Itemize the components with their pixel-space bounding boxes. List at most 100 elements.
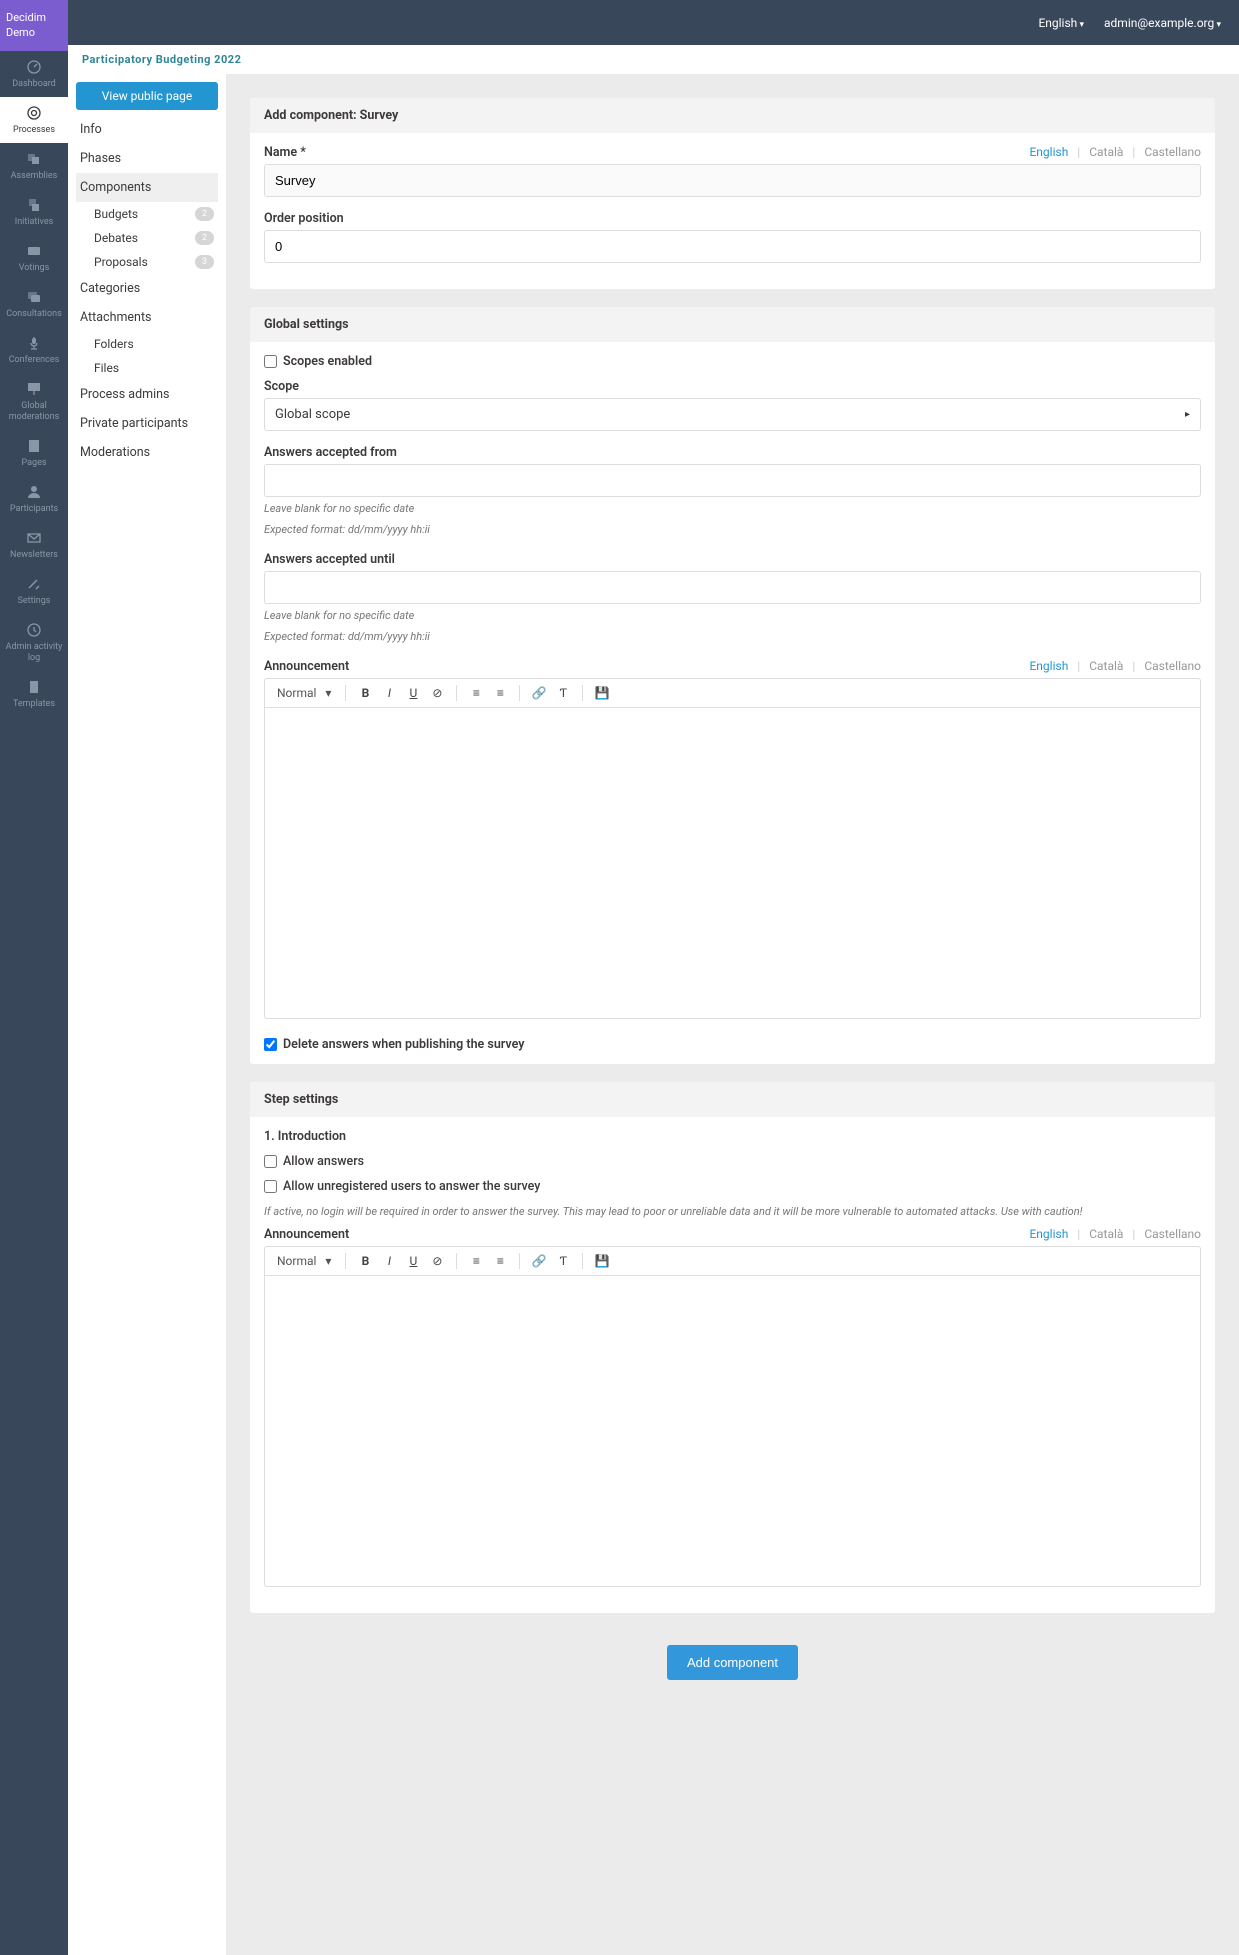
breadcrumb[interactable]: Participatory Budgeting 2022 (68, 45, 1239, 74)
rail-item-label: Participants (10, 504, 58, 514)
sidebar-subitem-label: Debates (94, 231, 138, 245)
rail-item-assemblies[interactable]: Assemblies (0, 143, 68, 189)
underline-icon[interactable]: U (404, 1254, 422, 1268)
user-menu[interactable]: admin@example.org (1104, 16, 1221, 30)
editor-toolbar: Normal ▾ B I U ⊘ ≡ ≡ (265, 1247, 1200, 1276)
link-icon[interactable]: 🔗 (530, 686, 548, 700)
sidebar-subitem-debates[interactable]: Debates2 (76, 226, 218, 250)
newsletters-icon (2, 530, 66, 546)
answers-from-label: Answers accepted from (264, 445, 397, 460)
allow-answers-checkbox[interactable] (264, 1155, 277, 1168)
lang-tab-ca[interactable]: Català (1074, 1227, 1123, 1241)
unordered-list-icon[interactable]: ≡ (491, 1254, 509, 1268)
sidebar-item-private-participants[interactable]: Private participants (76, 409, 218, 438)
rail-item-votings[interactable]: Votings (0, 235, 68, 281)
settings-icon (2, 576, 66, 592)
lang-tab-es[interactable]: Castellano (1129, 659, 1201, 673)
rail-item-label: Templates (13, 699, 55, 709)
view-public-page-button[interactable]: View public page (76, 82, 218, 110)
rail-item-global_moderations[interactable]: Global moderations (0, 373, 68, 430)
lang-tab-en[interactable]: English (1029, 659, 1068, 673)
name-input[interactable] (264, 164, 1201, 197)
clear-format-icon[interactable]: Ƭ (554, 1254, 572, 1268)
sidebar-item-info[interactable]: Info (76, 115, 218, 144)
rail-item-dashboard[interactable]: Dashboard (0, 51, 68, 97)
sidebar-item-process-admins[interactable]: Process admins (76, 380, 218, 409)
announcement-textarea[interactable] (265, 708, 1200, 1018)
allow-unregistered-checkbox[interactable] (264, 1180, 277, 1193)
unlink-icon[interactable]: ⊘ (428, 1254, 446, 1268)
answers-until-input[interactable] (264, 571, 1201, 604)
rail-item-label: Votings (19, 263, 49, 273)
templates-icon (2, 679, 66, 695)
main-nav-rail: Decidim Demo Dashboard Processes Assemblie… (0, 0, 68, 1955)
italic-icon[interactable]: I (380, 1254, 398, 1268)
order-input[interactable] (264, 230, 1201, 263)
step-announcement-textarea[interactable] (265, 1276, 1200, 1586)
add-component-button[interactable]: Add component (667, 1645, 798, 1680)
ordered-list-icon[interactable]: ≡ (467, 686, 485, 700)
sidebar-subitem-folders[interactable]: Folders (76, 332, 218, 356)
link-icon[interactable]: 🔗 (530, 1254, 548, 1268)
step-announcement-editor: Normal ▾ B I U ⊘ ≡ ≡ (264, 1246, 1201, 1587)
rail-item-label: Consultations (6, 309, 61, 319)
format-select[interactable]: Normal ▾ (273, 684, 335, 702)
rail-item-conferences[interactable]: Conferences (0, 327, 68, 373)
rail-item-processes[interactable]: Processes (0, 97, 68, 143)
sidebar-subitem-proposals[interactable]: Proposals3 (76, 250, 218, 274)
step-phase-title: 1. Introduction (264, 1129, 1201, 1144)
unordered-list-icon[interactable]: ≡ (491, 686, 509, 700)
save-icon[interactable]: 💾 (593, 686, 611, 700)
answers-until-label: Answers accepted until (264, 552, 395, 567)
lang-tab-es[interactable]: Castellano (1129, 1227, 1201, 1241)
participants-icon (2, 484, 66, 500)
lang-tab-en[interactable]: English (1029, 1227, 1068, 1241)
lang-tab-es[interactable]: Castellano (1129, 145, 1201, 159)
sidebar-subitem-count: 2 (195, 207, 214, 221)
italic-icon[interactable]: I (380, 686, 398, 700)
rail-item-newsletters[interactable]: Newsletters (0, 522, 68, 568)
brand-logo[interactable]: Decidim Demo (0, 0, 68, 51)
answers-from-input[interactable] (264, 464, 1201, 497)
rail-item-participants[interactable]: Participants (0, 476, 68, 522)
bold-icon[interactable]: B (356, 1254, 374, 1268)
scope-label: Scope (264, 379, 299, 394)
rail-item-admin_activity_log[interactable]: Admin activity log (0, 614, 68, 671)
rail-item-settings[interactable]: Settings (0, 568, 68, 614)
bold-icon[interactable]: B (356, 686, 374, 700)
clear-format-icon[interactable]: Ƭ (554, 686, 572, 700)
lang-tab-ca[interactable]: Català (1074, 145, 1123, 159)
format-select[interactable]: Normal ▾ (273, 1252, 335, 1270)
secondary-nav: View public page InfoPhasesComponentsBud… (68, 74, 226, 1955)
sidebar-item-components[interactable]: Components (76, 173, 218, 202)
scopes-enabled-checkbox[interactable] (264, 355, 277, 368)
answers-from-help1: Leave blank for no specific date (264, 501, 1201, 518)
announcement-lang-tabs: English Català Castellano (1023, 659, 1201, 673)
rail-item-label: Processes (13, 125, 55, 135)
processes-icon (2, 105, 66, 121)
assemblies-icon (2, 151, 66, 167)
unlink-icon[interactable]: ⊘ (428, 686, 446, 700)
rail-item-label: Pages (22, 458, 47, 468)
lang-tab-ca[interactable]: Català (1074, 659, 1123, 673)
delete-answers-checkbox[interactable] (264, 1038, 277, 1051)
sidebar-item-phases[interactable]: Phases (76, 144, 218, 173)
sidebar-item-categories[interactable]: Categories (76, 274, 218, 303)
rail-item-initiatives[interactable]: Initiatives (0, 189, 68, 235)
rail-item-pages[interactable]: Pages (0, 430, 68, 476)
announcement-label: Announcement (264, 659, 349, 674)
scope-dropdown[interactable]: Global scope (264, 398, 1201, 431)
sidebar-item-moderations[interactable]: Moderations (76, 438, 218, 467)
underline-icon[interactable]: U (404, 686, 422, 700)
rail-item-consultations[interactable]: Consultations (0, 281, 68, 327)
sidebar-subitem-files[interactable]: Files (76, 356, 218, 380)
rail-item-templates[interactable]: Templates (0, 671, 68, 717)
sidebar-item-attachments[interactable]: Attachments (76, 303, 218, 332)
step-settings-heading: Step settings (250, 1082, 1215, 1117)
allow-answers-label: Allow answers (283, 1154, 364, 1169)
ordered-list-icon[interactable]: ≡ (467, 1254, 485, 1268)
sidebar-subitem-budgets[interactable]: Budgets2 (76, 202, 218, 226)
lang-tab-en[interactable]: English (1029, 145, 1068, 159)
language-menu[interactable]: English (1038, 16, 1084, 30)
save-icon[interactable]: 💾 (593, 1254, 611, 1268)
